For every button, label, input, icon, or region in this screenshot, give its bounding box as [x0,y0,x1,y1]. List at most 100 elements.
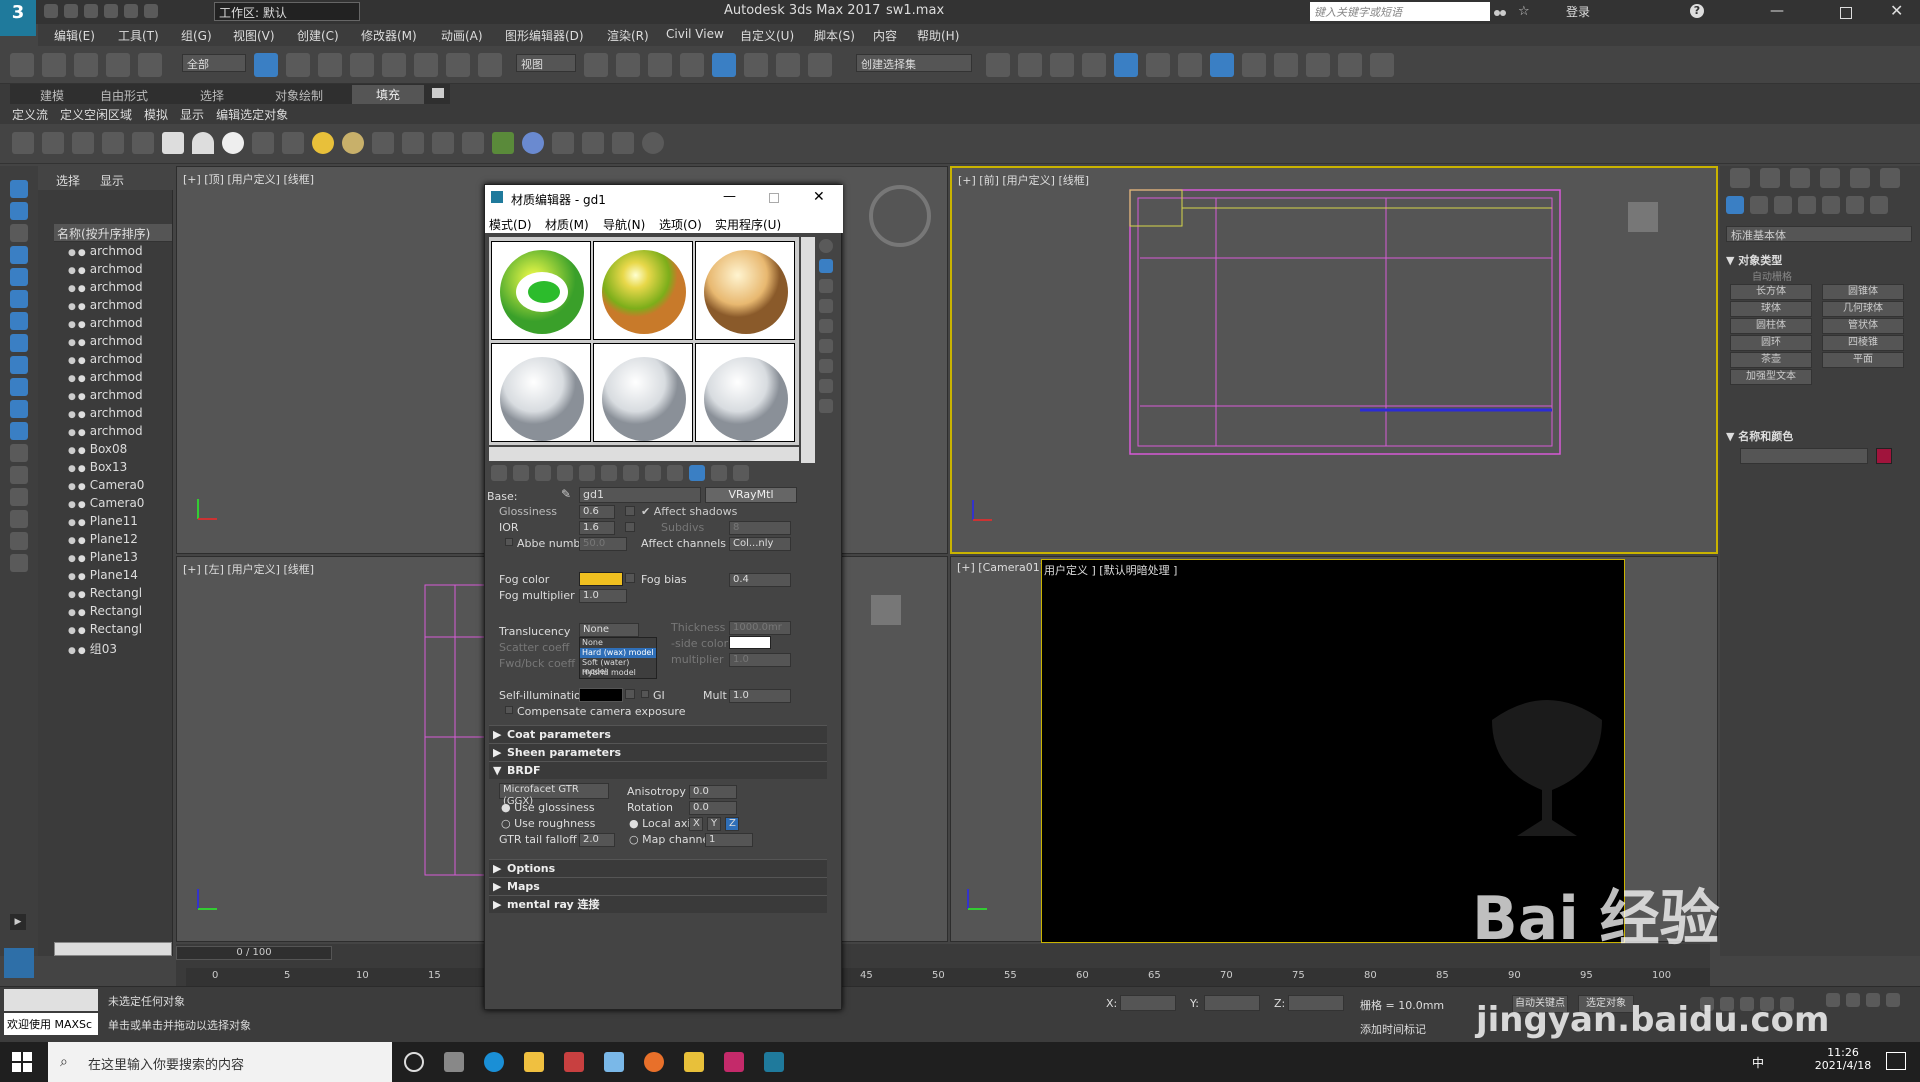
menu-animation[interactable]: 动画(A) [441,27,483,44]
track-bar[interactable]: 0510152025303540455055606570758085909510… [186,968,1710,986]
backlight-icon[interactable] [819,259,833,273]
object-category-select[interactable]: 标准基本体 [1726,226,1912,242]
redo-icon[interactable] [42,53,66,77]
clock[interactable]: 11:26 2021/4/18 [1808,1046,1878,1072]
vray-proxy-icon[interactable] [372,132,394,154]
cortana-icon[interactable] [404,1052,424,1072]
maps-rollout[interactable]: ▶ Maps [489,877,827,895]
utilities-tab-icon[interactable] [1880,168,1900,188]
funnel-icon[interactable] [10,532,28,550]
search-input[interactable]: 键入关键字或短语 [1310,2,1490,21]
thickness-spinner[interactable]: 1000.0mr [729,621,791,635]
eye-icon[interactable]: ● [68,302,76,312]
primitive-button[interactable]: 长方体 [1730,284,1812,300]
object-name-field[interactable] [1740,448,1868,464]
eye-icon[interactable]: ● [68,500,76,510]
axis-x-button[interactable]: X [689,817,703,831]
glossiness-spinner[interactable]: 0.6 [579,505,615,519]
vray-ies-light-icon[interactable] [252,132,274,154]
eye-icon[interactable]: ● [68,626,76,636]
go-to-parent-icon[interactable] [689,465,705,481]
unlink-icon[interactable] [106,53,130,77]
primitive-button[interactable]: 圆环 [1730,335,1812,351]
sample-slot[interactable] [593,343,693,442]
explorer-item[interactable]: ● ● archmod [68,424,143,442]
put-to-library-icon[interactable] [601,465,617,481]
eye-icon[interactable]: ● [68,482,76,492]
vray-mesh-clipper-icon[interactable] [432,132,454,154]
sample-slot[interactable] [593,241,693,340]
named-selection-set-select[interactable]: 创建选择集 [856,54,972,72]
coord-x-field[interactable] [1120,995,1176,1011]
primitive-button[interactable]: 圆柱体 [1730,318,1812,334]
light-lister-icon[interactable] [102,132,124,154]
menu-tools[interactable]: 工具(T) [118,27,159,44]
pivot-icon[interactable] [584,53,608,77]
maxscript-mini-listener[interactable]: 欢迎使用 MAXSc [4,1013,98,1035]
ior-map-button[interactable] [625,522,635,532]
menu-rendering[interactable]: 渲染(R) [607,27,649,44]
make-preview-icon[interactable] [819,339,833,353]
display-cameras-icon[interactable] [10,246,28,264]
lock-icon[interactable] [10,554,28,572]
vray-vfb-icon[interactable] [612,132,634,154]
file-explorer-icon[interactable] [524,1052,544,1072]
display-groups-icon[interactable] [10,312,28,330]
vray-sphere-light-icon[interactable] [222,132,244,154]
rotate-icon[interactable] [414,53,438,77]
explorer-item[interactable]: ● ● Camera0 [68,496,144,514]
translucency-dropdown[interactable]: None Hard (wax) model Soft (water) model… [579,637,657,679]
options-rollout[interactable]: ▶ Options [489,859,827,877]
eye-icon[interactable]: ● [68,428,76,438]
eye-icon[interactable]: ● [68,464,76,474]
app-icon[interactable] [564,1052,584,1072]
slots-horizontal-scrollbar[interactable] [489,447,799,461]
filter-icon[interactable] [10,510,28,528]
render-iterative-icon[interactable] [1338,53,1362,77]
fog-bias-spinner[interactable]: 0.4 [729,573,791,587]
show-shaded-icon[interactable] [645,465,661,481]
display-bones-icon[interactable] [10,356,28,374]
maximize-button[interactable] [769,193,779,203]
use-roughness-radio[interactable]: ○ Use roughness [501,817,595,830]
display-frozen-icon[interactable] [10,400,28,418]
explorer-item[interactable]: ● ● Camera0 [68,478,144,496]
menu-utilities[interactable]: 实用程序(U) [715,216,781,233]
dropdown-option[interactable]: Hard (wax) model [580,648,656,658]
dropdown-option[interactable]: None [580,638,656,648]
undo-icon[interactable] [10,53,34,77]
explorer-item[interactable]: ● ● archmod [68,388,143,406]
ribbon-define-flows[interactable]: 定义流 [12,106,48,123]
gi-checkbox[interactable] [641,690,649,698]
mult-spinner[interactable]: 1.0 [729,689,791,703]
explorer-tab-display[interactable]: 显示 [100,172,124,189]
menu-views[interactable]: 视图(V) [233,27,275,44]
display-all-icon[interactable] [10,444,28,462]
explorer-item[interactable]: ● ● archmod [68,406,143,424]
bind-space-warp-icon[interactable] [138,53,162,77]
display-geometry-icon[interactable] [10,180,28,198]
percent-snap-icon[interactable] [744,53,768,77]
menu-help[interactable]: 帮助(H) [917,27,959,44]
display-spacewarps-icon[interactable] [10,290,28,308]
sample-slot[interactable] [695,343,795,442]
eye-icon[interactable]: ● [68,590,76,600]
explorer-item[interactable]: ● ● archmod [68,298,143,316]
notification-icon[interactable] [1886,1052,1906,1070]
ribbon-display[interactable]: 显示 [180,106,204,123]
menu-navigation[interactable]: 导航(N) [603,216,645,233]
modify-tab-icon[interactable] [1760,168,1780,188]
app-icon[interactable] [604,1052,624,1072]
translucency-select[interactable]: None [579,623,639,637]
autogrid-checkbox[interactable]: 自动栅格 [1752,268,1792,283]
material-name-field[interactable]: gd1 [579,487,701,503]
undo-icon[interactable] [104,4,118,18]
ribbon-options-icon[interactable] [432,88,444,98]
explorer-item[interactable]: ● ● archmod [68,280,143,298]
binoculars-icon[interactable] [1494,4,1506,18]
brdf-rollout[interactable]: ▼ BRDF [489,761,827,779]
primitive-button[interactable]: 加强型文本 [1730,369,1812,385]
menu-create[interactable]: 创建(C) [297,27,339,44]
explorer-item[interactable]: ● ● archmod [68,316,143,334]
toggle-ribbon-icon[interactable] [1114,53,1138,77]
